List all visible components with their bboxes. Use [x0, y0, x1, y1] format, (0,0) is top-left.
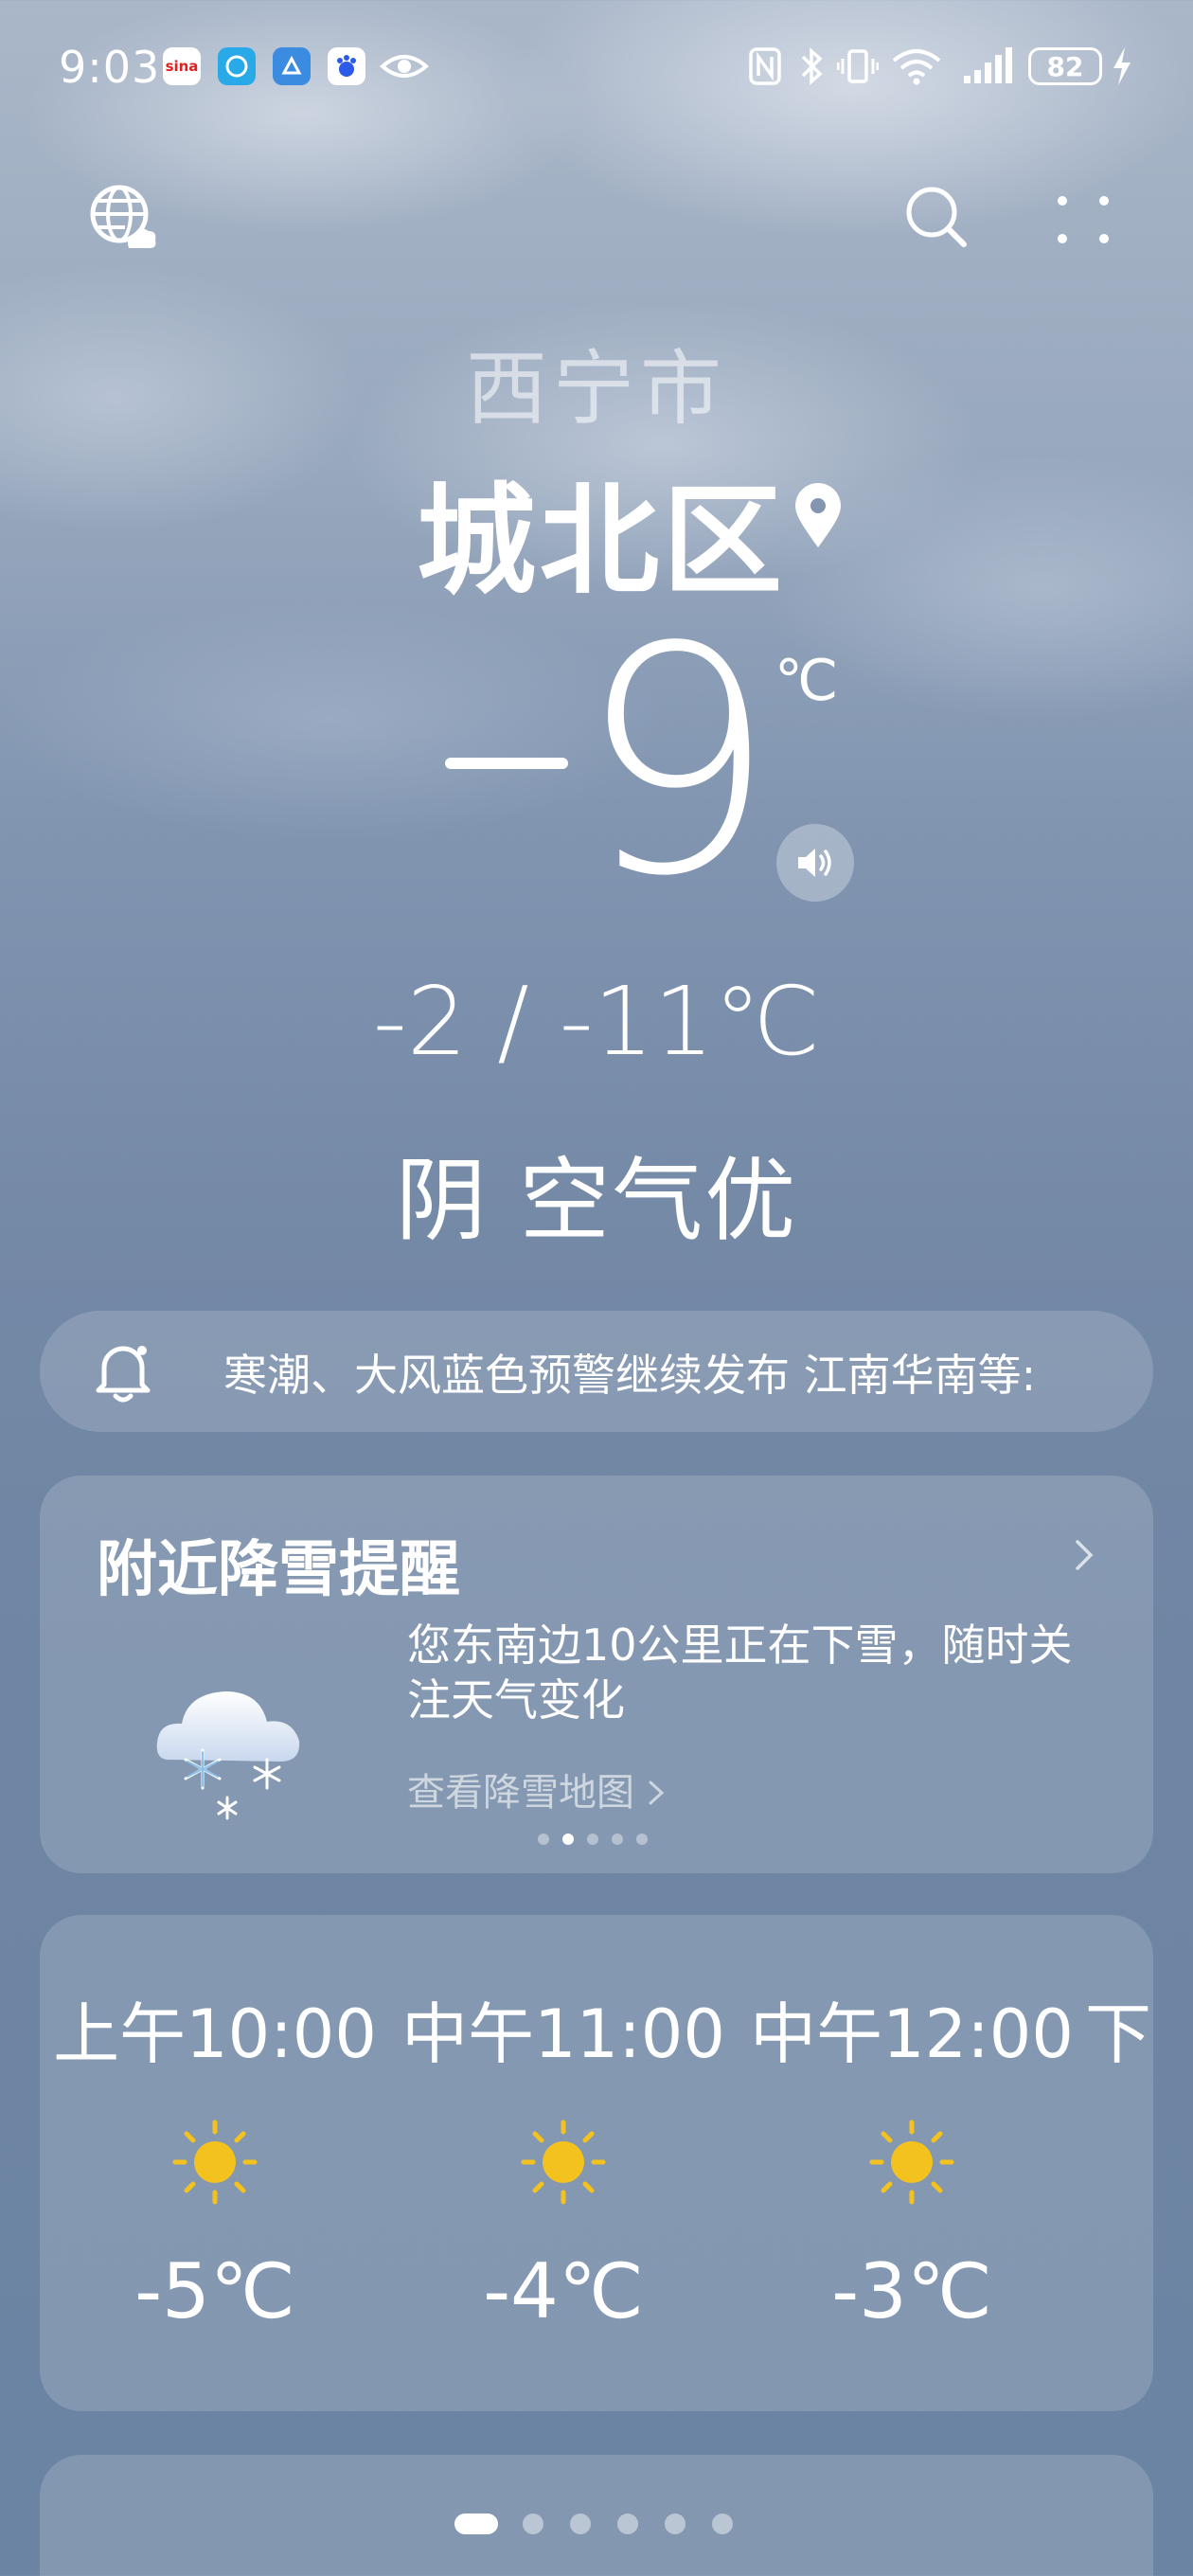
- hourly-temp: -4℃: [483, 2247, 644, 2335]
- sun-icon: [516, 2115, 611, 2209]
- bluetooth-icon: [797, 45, 826, 91]
- next-card[interactable]: [40, 2455, 1153, 2576]
- temperature-minus-sign: [445, 758, 568, 769]
- snow-card-title: 附近降雪提醒: [97, 1535, 460, 1605]
- hourly-forecast-scroller[interactable]: 上午10:00 -5℃ 中午11:00 -4℃ 中午12:00 -3℃ 下: [40, 1915, 1153, 2411]
- snow-map-link[interactable]: 查看降雪地图: [407, 1762, 666, 1816]
- carousel-dot-active: [562, 1834, 574, 1845]
- alert-bell-icon: [93, 1337, 153, 1409]
- eye-icon: [379, 47, 430, 89]
- app-icon-blue: [218, 47, 256, 85]
- more-menu-icon[interactable]: [1055, 193, 1112, 250]
- sun-icon: [864, 2115, 959, 2209]
- hourly-temp: -5℃: [134, 2247, 295, 2335]
- hourly-time: 中午12:00: [750, 1995, 1074, 2073]
- speaker-icon: [798, 849, 831, 877]
- current-temperature: 9: [578, 581, 776, 944]
- snow-cloud-icon: [150, 1655, 320, 1830]
- status-time: 9:03: [59, 42, 161, 93]
- hourly-temp: -3℃: [831, 2247, 992, 2335]
- page-indicator-active[interactable]: [454, 2513, 498, 2534]
- page-indicator-dot[interactable]: [523, 2513, 543, 2534]
- page-indicator-dot[interactable]: [665, 2513, 686, 2534]
- hourly-time: 中午11:00: [401, 1995, 725, 2073]
- wifi-icon: [890, 45, 943, 91]
- sun-icon: [168, 2115, 262, 2209]
- link-chevron-icon: [647, 1771, 666, 1815]
- page-indicator-dot[interactable]: [570, 2513, 591, 2534]
- city-manage-icon[interactable]: [87, 182, 159, 258]
- battery-indicator: 82: [1028, 47, 1102, 85]
- snow-map-link-label: 查看降雪地图: [407, 1771, 634, 1815]
- temperature-range: -2 / -11℃: [372, 966, 821, 1077]
- carousel-dot: [612, 1834, 623, 1845]
- alert-text: 寒潮、大风蓝色预警继续发布 江南华南等:: [223, 1350, 1037, 1401]
- nfc-icon: [748, 45, 782, 91]
- voice-broadcast-button[interactable]: [776, 824, 854, 902]
- page-indicator-dot[interactable]: [712, 2513, 733, 2534]
- snow-card-message: 您东南边10公里正在下雪，随时关注天气变化: [407, 1619, 1073, 1726]
- chevron-right-icon[interactable]: [1072, 1536, 1098, 1578]
- signal-icon: [962, 45, 1015, 91]
- vibrate-icon: [836, 45, 880, 91]
- carousel-dot: [538, 1834, 549, 1845]
- temperature-unit: ℃: [775, 648, 839, 714]
- hourly-item: 上午10:00 -5℃: [40, 1981, 390, 2335]
- sina-app-icon: sina: [163, 47, 201, 85]
- hourly-item: 中午12:00 -3℃: [737, 1981, 1087, 2335]
- carousel-dot: [636, 1834, 648, 1845]
- hourly-time: 上午10:00: [53, 1995, 377, 2073]
- city-name: 西宁市: [466, 342, 727, 437]
- search-icon[interactable]: [903, 184, 970, 254]
- hourly-item: 下: [1085, 1981, 1153, 2077]
- hourly-time: 下: [1085, 1995, 1151, 2073]
- browser-icon: [273, 47, 311, 85]
- location-pin-icon: [792, 481, 845, 553]
- page-indicator-dot[interactable]: [617, 2513, 638, 2534]
- carousel-dot: [587, 1834, 598, 1845]
- weather-condition: 阴 空气优: [395, 1148, 798, 1254]
- hourly-item: 中午11:00 -4℃: [388, 1981, 739, 2335]
- baidu-icon: [328, 47, 365, 85]
- charging-icon: [1110, 45, 1134, 91]
